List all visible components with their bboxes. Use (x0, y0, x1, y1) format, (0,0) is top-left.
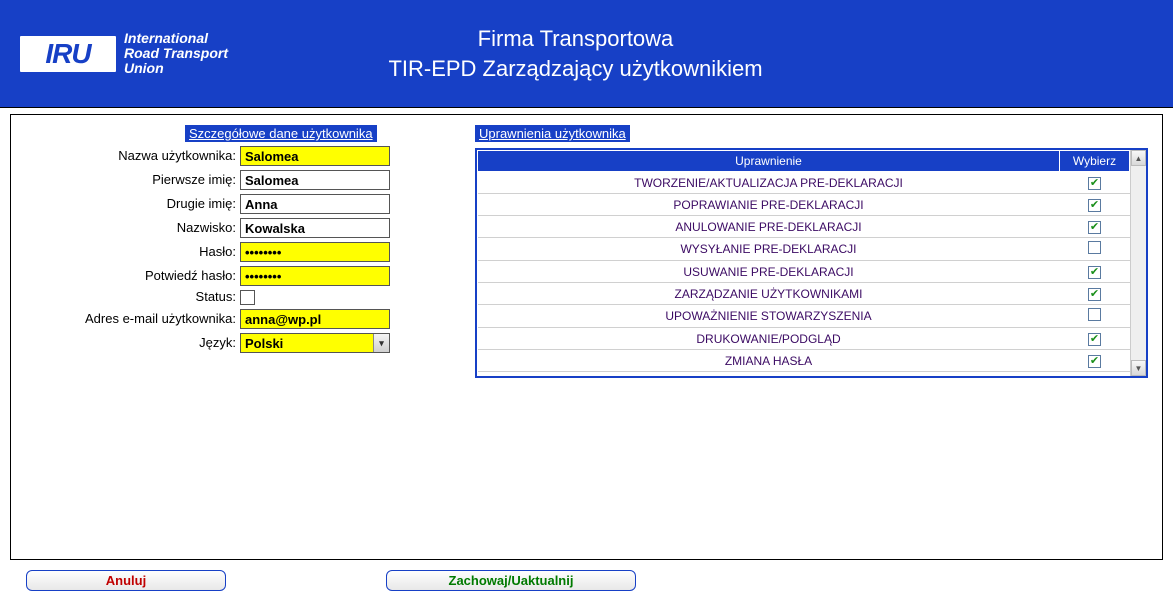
permissions-table-wrap: Uprawnienie Wybierz TWORZENIE/AKTUALIZAC… (475, 148, 1148, 378)
permission-select-cell: ✔ (1060, 328, 1130, 350)
email-input[interactable] (240, 309, 390, 329)
table-row: POPRAWIANIE PRE-DEKLARACJI ✔ (478, 194, 1130, 216)
permission-checkbox[interactable]: ✔ (1088, 333, 1101, 346)
confirm-password-input[interactable] (240, 266, 390, 286)
page-title-2: TIR-EPD Zarządzający użytkownikiem (228, 56, 923, 82)
username-input[interactable] (240, 146, 390, 166)
scroll-down-icon[interactable]: ▼ (1131, 360, 1146, 376)
logo-tagline: International Road Transport Union (124, 31, 228, 75)
permission-select-cell (1060, 238, 1130, 261)
username-label: Nazwa użytkownika: (25, 149, 240, 163)
logo-box: IRU (20, 36, 116, 72)
permissions-panel: Uprawnienia użytkownika Uprawnienie Wybi… (475, 125, 1148, 549)
table-row: USUWANIE PRE-DEKLARACJI ✔ (478, 261, 1130, 283)
cancel-button[interactable]: Anuluj (26, 570, 226, 591)
permission-name: ANULOWANIE PRE-DEKLARACJI (478, 216, 1060, 238)
permission-name: POPRAWIANIE PRE-DEKLARACJI (478, 194, 1060, 216)
password-label: Hasło: (25, 245, 240, 259)
permissions-scrollbar[interactable]: ▲ ▼ (1130, 150, 1146, 376)
banner-titles: Firma Transportowa TIR-EPD Zarządzający … (228, 26, 923, 82)
permission-checkbox[interactable]: ✔ (1088, 221, 1101, 234)
permission-select-cell: ✔ (1060, 261, 1130, 283)
email-label: Adres e-mail użytkownika: (25, 312, 240, 326)
status-checkbox[interactable] (240, 290, 255, 305)
permission-checkbox[interactable]: ✔ (1088, 266, 1101, 279)
permission-checkbox[interactable]: ✔ (1088, 199, 1101, 212)
lastname-label: Nazwisko: (25, 221, 240, 235)
user-details-heading: Szczegółowe dane użytkownika (185, 125, 377, 142)
table-row: UPOWAŻNIENIE STOWARZYSZENIA (478, 305, 1130, 328)
content-frame: Szczegółowe dane użytkownika Nazwa użytk… (10, 114, 1163, 560)
logo-acronym: IRU (45, 38, 90, 70)
header-banner: IRU International Road Transport Union F… (0, 0, 1173, 108)
confirm-password-label: Potwiedź hasło: (25, 269, 240, 283)
permission-name: UPOWAŻNIENIE STOWARZYSZENIA (478, 305, 1060, 328)
permission-select-cell: ✔ (1060, 350, 1130, 372)
permission-name: DRUKOWANIE/PODGLĄD (478, 328, 1060, 350)
middlename-label: Drugie imię: (25, 197, 240, 211)
permission-name: USUWANIE PRE-DEKLARACJI (478, 261, 1060, 283)
save-button[interactable]: Zachowaj/Uaktualnij (386, 570, 636, 591)
table-row: ZARZĄDZANIE UŻYTKOWNIKAMI ✔ (478, 283, 1130, 305)
lastname-input[interactable] (240, 218, 390, 238)
permission-checkbox[interactable]: ✔ (1088, 177, 1101, 190)
button-row: Anuluj Zachowaj/Uaktualnij (26, 570, 1163, 591)
table-row: WYSYŁANIE PRE-DEKLARACJI (478, 238, 1130, 261)
permission-select-cell: ✔ (1060, 216, 1130, 238)
middlename-input[interactable] (240, 194, 390, 214)
permission-checkbox[interactable]: ✔ (1088, 288, 1101, 301)
permission-checkbox[interactable]: ✔ (1088, 355, 1101, 368)
permissions-table: Uprawnienie Wybierz TWORZENIE/AKTUALIZAC… (477, 150, 1130, 372)
permissions-heading: Uprawnienia użytkownika (475, 125, 630, 142)
permission-checkbox[interactable] (1088, 308, 1101, 321)
permission-select-cell: ✔ (1060, 283, 1130, 305)
permission-select-cell (1060, 305, 1130, 328)
permission-select-cell: ✔ (1060, 194, 1130, 216)
firstname-label: Pierwsze imię: (25, 173, 240, 187)
chevron-down-icon: ▾ (373, 334, 389, 352)
language-label: Język: (25, 336, 240, 350)
col-permission: Uprawnienie (478, 151, 1060, 172)
language-value: Polski (245, 336, 283, 351)
logo: IRU International Road Transport Union (20, 31, 228, 75)
table-row: TWORZENIE/AKTUALIZACJA PRE-DEKLARACJI ✔ (478, 172, 1130, 194)
password-input[interactable] (240, 242, 390, 262)
permission-name: WYSYŁANIE PRE-DEKLARACJI (478, 238, 1060, 261)
table-row: ANULOWANIE PRE-DEKLARACJI ✔ (478, 216, 1130, 238)
permission-select-cell: ✔ (1060, 172, 1130, 194)
language-select[interactable]: Polski ▾ (240, 333, 390, 353)
page-title-1: Firma Transportowa (228, 26, 923, 52)
user-details-panel: Szczegółowe dane użytkownika Nazwa użytk… (25, 125, 455, 549)
col-select: Wybierz (1060, 151, 1130, 172)
firstname-input[interactable] (240, 170, 390, 190)
scroll-up-icon[interactable]: ▲ (1131, 150, 1146, 166)
table-row: DRUKOWANIE/PODGLĄD ✔ (478, 328, 1130, 350)
permission-name: ZMIANA HASŁA (478, 350, 1060, 372)
permission-name: TWORZENIE/AKTUALIZACJA PRE-DEKLARACJI (478, 172, 1060, 194)
table-row: ZMIANA HASŁA ✔ (478, 350, 1130, 372)
permission-checkbox[interactable] (1088, 241, 1101, 254)
status-label: Status: (25, 290, 240, 304)
permission-name: ZARZĄDZANIE UŻYTKOWNIKAMI (478, 283, 1060, 305)
